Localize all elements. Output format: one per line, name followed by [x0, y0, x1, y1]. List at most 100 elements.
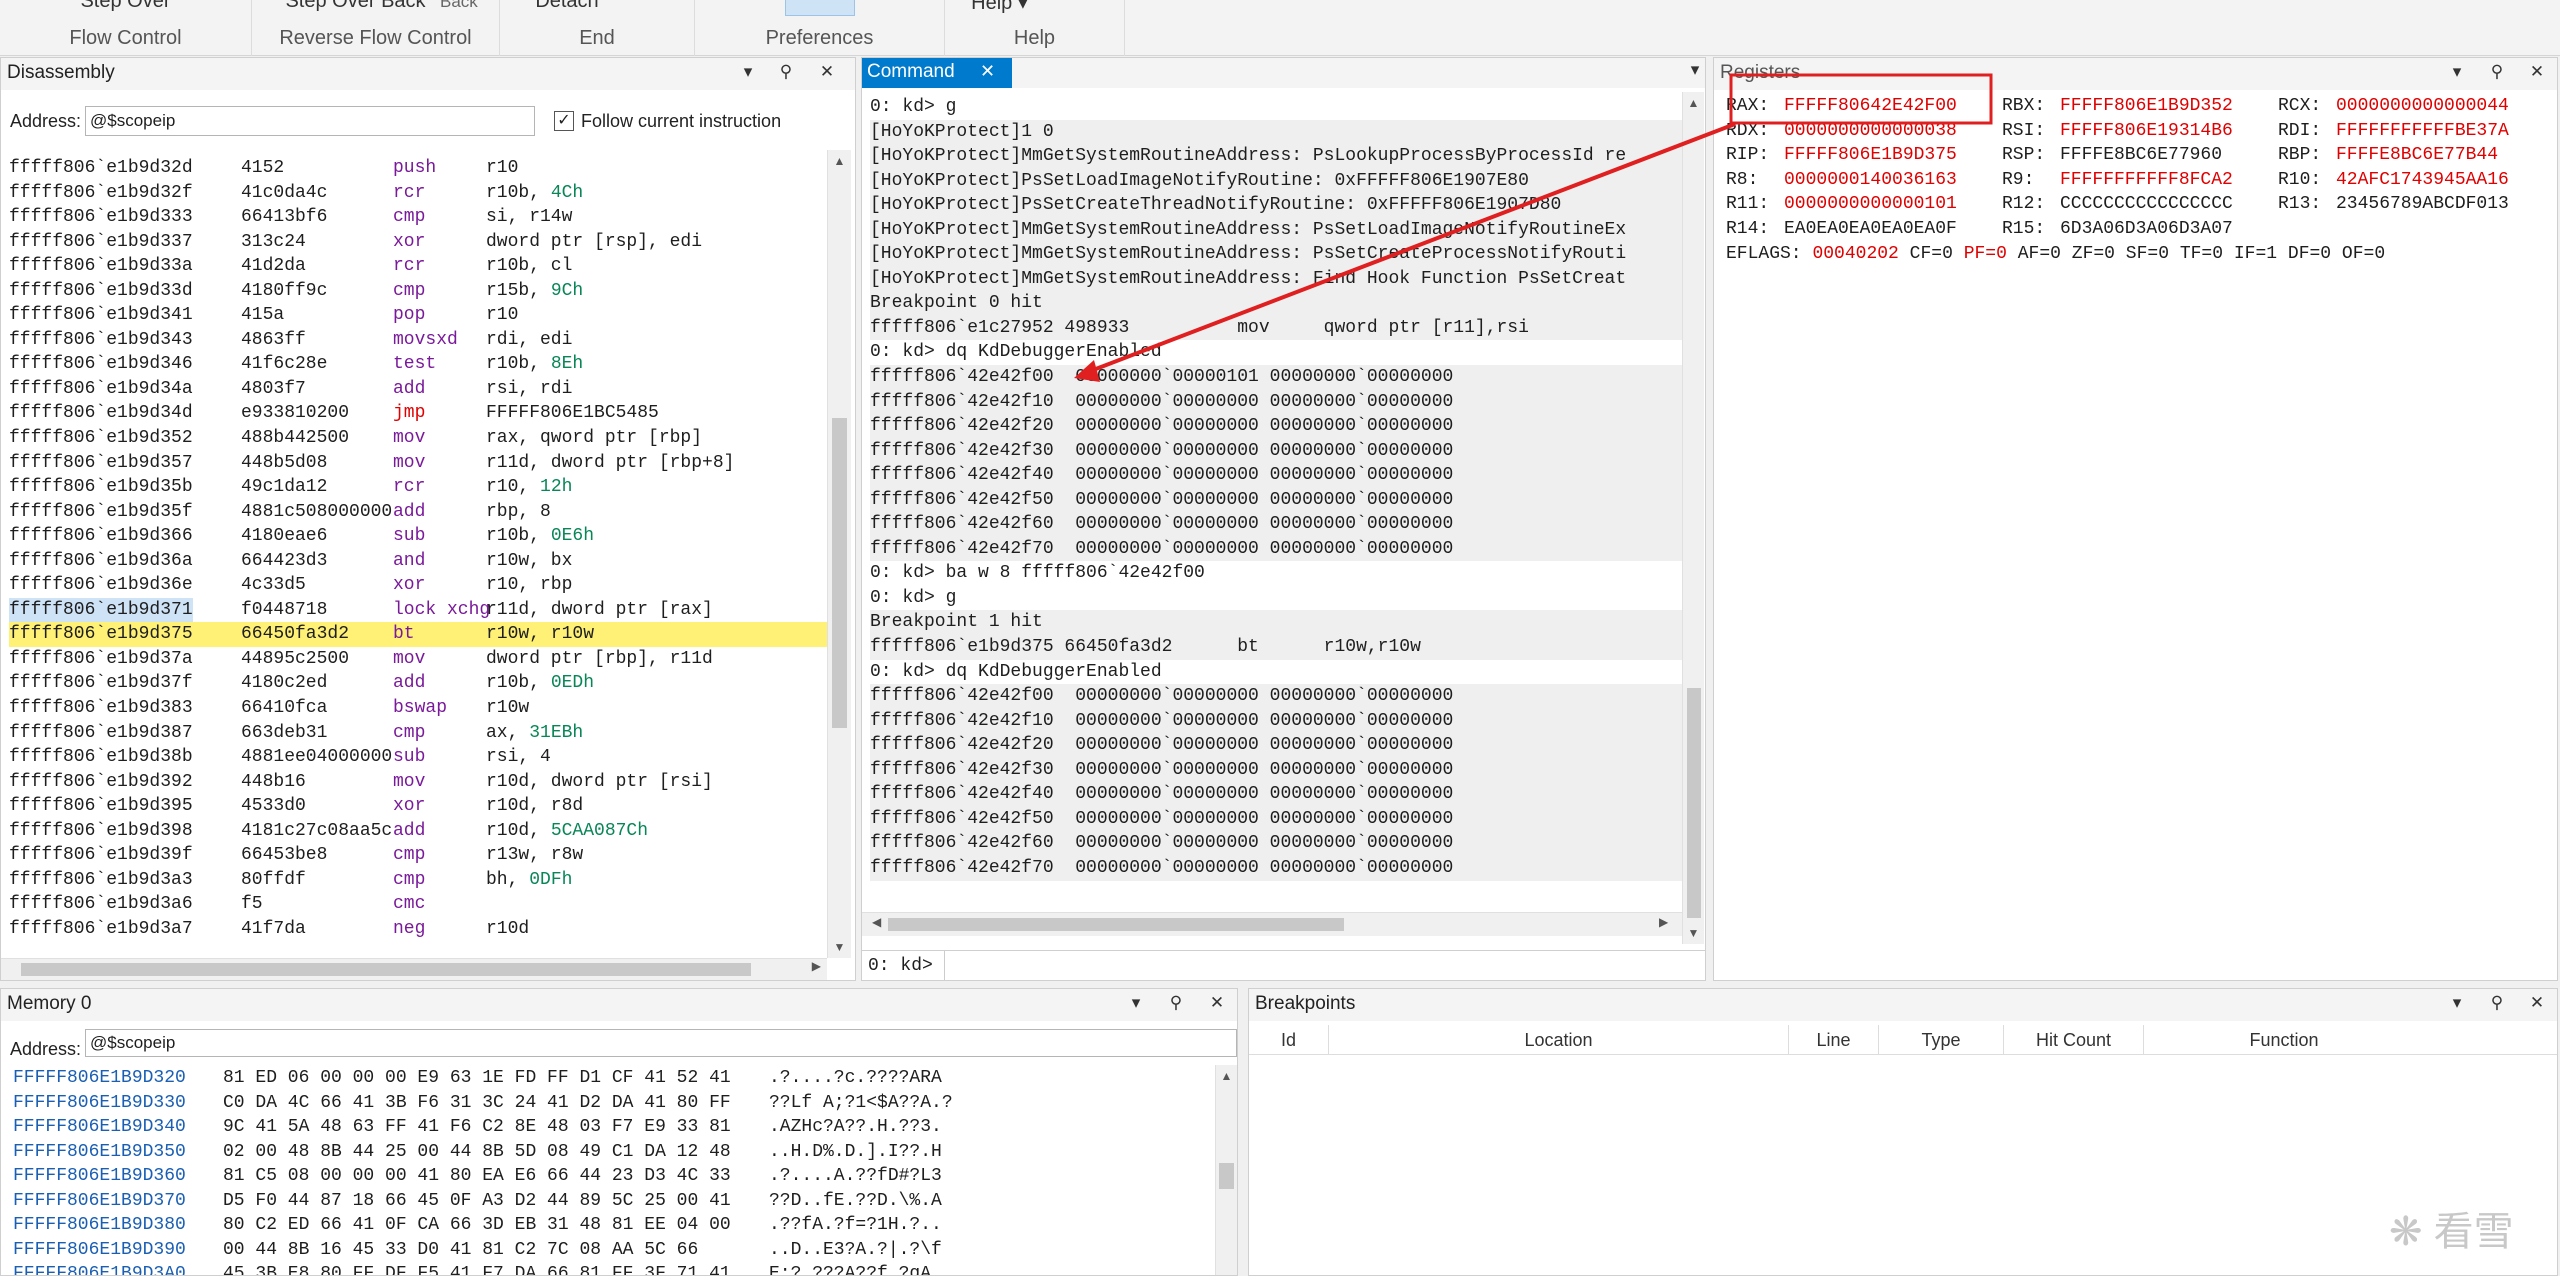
flag-value[interactable]: SF=0: [2126, 244, 2169, 264]
close-icon[interactable]: ✕: [2526, 62, 2548, 82]
detach-button[interactable]: Detach: [470, 0, 664, 13]
register-value[interactable]: EA0EA0EA0EA0EA0F: [1784, 219, 1957, 239]
vertical-scrollbar[interactable]: ▲ ▼: [1682, 92, 1704, 944]
step-over-button[interactable]: Step Over: [0, 0, 251, 13]
column-header-line[interactable]: Line: [1789, 1025, 1879, 1055]
dropdown-icon[interactable]: ▾: [2446, 993, 2468, 1013]
vertical-scrollbar[interactable]: ▲ ▼: [827, 150, 851, 958]
memory-dump[interactable]: FFFFF806E1B9D320 81 ED 06 00 00 00 E9 63 …: [13, 1066, 1213, 1275]
flag-value[interactable]: CF=0: [1910, 244, 1953, 264]
disasm-row[interactable]: fffff806`e1b9d33a 41d2da rcr r10b, cl: [9, 254, 827, 279]
disasm-row[interactable]: fffff806`e1b9d34a 4803f7 add rsi, rdi: [9, 377, 827, 402]
disasm-row[interactable]: fffff806`e1b9d36a 664423d3 and r10w, bx: [9, 549, 827, 574]
flag-value[interactable]: AF=0: [2018, 244, 2061, 264]
disasm-row[interactable]: fffff806`e1b9d392 448b16 mov r10d, dword pt…: [9, 770, 827, 795]
disasm-row[interactable]: fffff806`e1b9d357 448b5d08 mov r11d, dword …: [9, 451, 827, 476]
scroll-right-icon[interactable]: ▶: [812, 959, 821, 973]
disasm-row[interactable]: fffff806`e1b9d34d e933810200 jmp FFFFF806E1…: [9, 401, 827, 426]
scroll-right-icon[interactable]: ▶: [1659, 915, 1668, 929]
dropdown-icon[interactable]: ▾: [2446, 62, 2468, 82]
register-value[interactable]: FFFFF80642E42F00: [1784, 96, 1957, 116]
disasm-row[interactable]: fffff806`e1b9d32d 4152 push r10: [9, 156, 827, 181]
column-header-function[interactable]: Function: [2144, 1025, 2424, 1055]
disasm-row[interactable]: fffff806`e1b9d343 4863ff movsxd rdi, edi: [9, 328, 827, 353]
pin-icon[interactable]: ⚲: [1165, 993, 1187, 1013]
pin-icon[interactable]: ⚲: [775, 62, 797, 82]
memory-row[interactable]: FFFFF806E1B9D360 81 C5 08 00 00 00 41 80 …: [13, 1164, 1213, 1189]
memory-row[interactable]: FFFFF806E1B9D340 9C 41 5A 48 63 FF 41 F6 …: [13, 1115, 1213, 1140]
disasm-row[interactable]: fffff806`e1b9d366 4180eae6 sub r10b, 0E6h: [9, 524, 827, 549]
settings-icon[interactable]: [785, 0, 855, 16]
address-input[interactable]: @$scopeip: [85, 106, 535, 136]
register-value[interactable]: FFFFF806E1B9D352: [2060, 96, 2233, 116]
disassembly-listing[interactable]: fffff806`e1b9d32d 4152 push r10 fffff806`e1b…: [9, 156, 827, 976]
register-value[interactable]: 42AFC1743945AA16: [2336, 170, 2509, 190]
address-input[interactable]: @$scopeip: [85, 1029, 1237, 1057]
horizontal-scrollbar[interactable]: ◀ ▶: [862, 912, 1682, 936]
scroll-left-icon[interactable]: ◀: [872, 915, 881, 929]
memory-row[interactable]: FFFFF806E1B9D380 80 C2 ED 66 41 0F CA 66 …: [13, 1213, 1213, 1238]
vertical-scrollbar[interactable]: ▲: [1215, 1065, 1237, 1275]
disasm-row[interactable]: fffff806`e1b9d346 41f6c28e test r10b, 8Eh: [9, 352, 827, 377]
disasm-row[interactable]: fffff806`e1b9d387 663deb31 cmp ax, 31EBh: [9, 721, 827, 746]
register-value[interactable]: 6D3A06D3A06D3A07: [2060, 219, 2233, 239]
memory-row[interactable]: FFFFF806E1B9D320 81 ED 06 00 00 00 E9 63 …: [13, 1066, 1213, 1091]
disasm-row[interactable]: fffff806`e1b9d37a 44895c2500 mov dword ptr …: [9, 647, 827, 672]
disasm-row[interactable]: fffff806`e1b9d37f 4180c2ed add r10b, 0EDh: [9, 671, 827, 696]
disasm-row[interactable]: fffff806`e1b9d3a7 41f7da neg r10d: [9, 917, 827, 942]
flag-value[interactable]: PF=0: [1964, 244, 2007, 264]
disasm-row[interactable]: fffff806`e1b9d398 4181c27c08aa5c add r10d, …: [9, 819, 827, 844]
eflags-value[interactable]: 00040202: [1812, 244, 1898, 264]
memory-row[interactable]: FFFFF806E1B9D370 D5 F0 44 87 18 66 45 0F …: [13, 1189, 1213, 1214]
disasm-row[interactable]: fffff806`e1b9d39f 66453be8 cmp r13w, r8w: [9, 843, 827, 868]
column-header-hit-count[interactable]: Hit Count: [2004, 1025, 2144, 1055]
disasm-row[interactable]: fffff806`e1b9d33d 4180ff9c cmp r15b, 9Ch: [9, 279, 827, 304]
register-value[interactable]: CCCCCCCCCCCCCCCC: [2060, 194, 2233, 214]
tab-command[interactable]: Command ✕: [862, 58, 1012, 88]
disasm-row[interactable]: fffff806`e1b9d341 415a pop r10: [9, 303, 827, 328]
horizontal-scrollbar[interactable]: ▶: [1, 958, 827, 980]
register-value[interactable]: 0000000000000101: [1784, 194, 1957, 214]
memory-row[interactable]: FFFFF806E1B9D350 02 00 48 8B 44 25 00 44 …: [13, 1140, 1213, 1165]
disasm-row[interactable]: fffff806`e1b9d38b 4881ee04000000 sub rsi, 4: [9, 745, 827, 770]
scrollbar-thumb[interactable]: [888, 918, 1344, 931]
register-value[interactable]: 0000000000000044: [2336, 96, 2509, 116]
disasm-row[interactable]: fffff806`e1b9d333 66413bf6 cmp si, r14w: [9, 205, 827, 230]
memory-row[interactable]: FFFFF806E1B9D330 C0 DA 4C 66 41 3B F6 31 …: [13, 1091, 1213, 1116]
disasm-row[interactable]: fffff806`e1b9d3a3 80ffdf cmp bh, 0DFh: [9, 868, 827, 893]
disasm-row[interactable]: fffff806`e1b9d383 66410fca bswap r10w: [9, 696, 827, 721]
pin-icon[interactable]: ⚲: [2486, 993, 2508, 1013]
scrollbar-thumb[interactable]: [832, 418, 847, 728]
register-value[interactable]: 0000000140036163: [1784, 170, 1957, 190]
dropdown-icon[interactable]: ▾: [737, 62, 759, 82]
register-value[interactable]: FFFFF806E1B9D375: [1784, 145, 1957, 165]
flag-value[interactable]: TF=0: [2180, 244, 2223, 264]
disasm-row[interactable]: fffff806`e1b9d3a6 f5 cmc: [9, 892, 827, 917]
flag-value[interactable]: DF=0: [2288, 244, 2331, 264]
help-button[interactable]: Help ▾: [910, 0, 1089, 15]
register-value[interactable]: FFFFFFFFFFFBE37A: [2336, 121, 2509, 141]
disasm-row[interactable]: fffff806`e1b9d395 4533d0 xor r10d, r8d: [9, 794, 827, 819]
flag-value[interactable]: ZF=0: [2072, 244, 2115, 264]
register-value[interactable]: FFFFE8BC6E77960: [2060, 145, 2222, 165]
flag-value[interactable]: OF=0: [2342, 244, 2385, 264]
column-header-id[interactable]: Id: [1249, 1025, 1329, 1055]
memory-row[interactable]: FFFFF806E1B9D3A0 45 3B E8 80 FF DF F5 41 …: [13, 1262, 1213, 1275]
register-value[interactable]: FFFFF806E19314B6: [2060, 121, 2233, 141]
scrollbar-thumb[interactable]: [1219, 1163, 1234, 1189]
register-value[interactable]: 0000000000000038: [1784, 121, 1957, 141]
close-icon[interactable]: ✕: [2526, 993, 2548, 1013]
close-icon[interactable]: ✕: [1206, 993, 1228, 1013]
register-value[interactable]: FFFFFFFFFFF8FCA2: [2060, 170, 2233, 190]
disasm-row[interactable]: fffff806`e1b9d35b 49c1da12 rcr r10, 12h: [9, 475, 827, 500]
dropdown-icon[interactable]: ▾: [1684, 60, 1705, 80]
close-icon[interactable]: ✕: [980, 61, 995, 82]
close-icon[interactable]: ✕: [816, 62, 838, 82]
register-value[interactable]: FFFFE8BC6E77B44: [2336, 145, 2498, 165]
disasm-row[interactable]: fffff806`e1b9d375 66450fa3d2 bt r10w, r10w: [9, 622, 827, 647]
disasm-row[interactable]: fffff806`e1b9d337 313c24 xor dword ptr [rsp…: [9, 230, 827, 255]
register-list[interactable]: RAX: FFFFF80642E42F00 RBX: FFFFF806E1B9D352…: [1726, 96, 2556, 316]
disasm-row[interactable]: fffff806`e1b9d35f 4881c508000000 add rbp, 8: [9, 500, 827, 525]
disasm-row[interactable]: fffff806`e1b9d32f 41c0da4c rcr r10b, 4Ch: [9, 181, 827, 206]
pin-icon[interactable]: ⚲: [2486, 62, 2508, 82]
